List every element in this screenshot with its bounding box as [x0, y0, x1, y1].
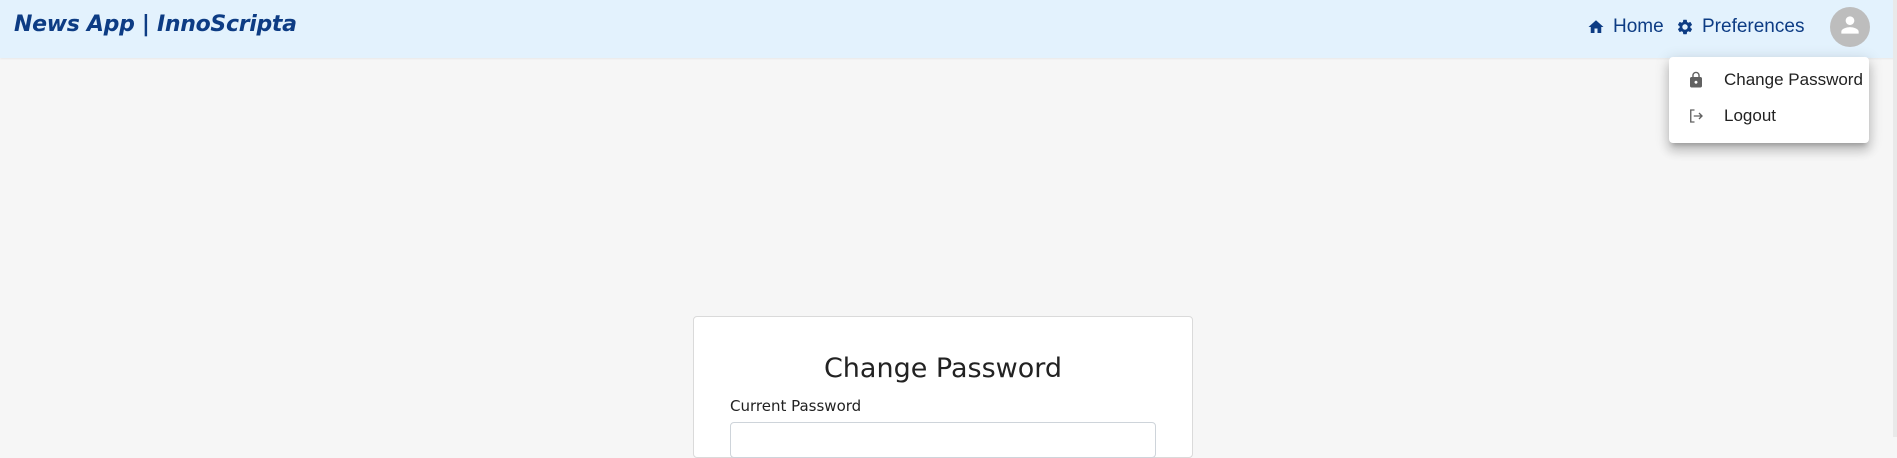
top-app-bar: News App | InnoScripta Home Preferences [0, 0, 1897, 58]
nav-home-link[interactable]: Home [1587, 14, 1664, 40]
nav-preferences-label: Preferences [1702, 16, 1805, 37]
current-password-input[interactable] [730, 422, 1156, 458]
user-dropdown-menu: Change Password Logout [1669, 57, 1869, 143]
menu-item-label: Change Password [1724, 70, 1863, 89]
logout-icon [1685, 105, 1707, 127]
app-brand-title[interactable]: News App | InnoScripta [14, 12, 297, 37]
page-title: Change Password [823, 353, 1063, 384]
nav-preferences-link[interactable]: Preferences [1676, 14, 1804, 40]
lock-icon [1685, 69, 1707, 91]
menu-item-logout[interactable]: Logout [1669, 99, 1869, 133]
menu-item-change-password[interactable]: Change Password [1669, 63, 1869, 97]
page-scrollbar[interactable] [1893, 0, 1897, 437]
nav-home-label: Home [1613, 16, 1664, 37]
user-avatar-button[interactable] [1830, 7, 1870, 47]
menu-item-label: Logout [1724, 106, 1776, 125]
current-password-label: Current Password [730, 397, 862, 415]
home-icon [1587, 18, 1605, 36]
gear-icon [1676, 18, 1694, 36]
person-icon [1837, 12, 1863, 43]
